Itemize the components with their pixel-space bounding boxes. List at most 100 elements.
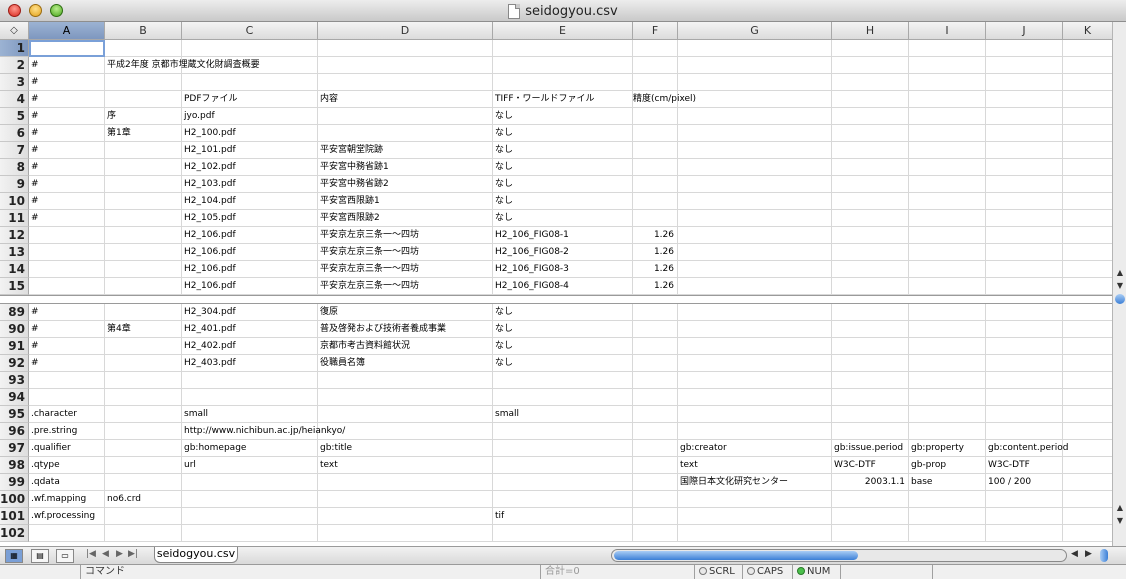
row-header-95[interactable]: 95	[0, 406, 29, 423]
row-header-99[interactable]: 99	[0, 474, 29, 491]
cell-c2[interactable]	[182, 57, 318, 74]
cell-e96[interactable]	[493, 423, 633, 440]
cell-i4[interactable]	[909, 91, 986, 108]
cell-f89[interactable]	[633, 304, 678, 321]
cell-j100[interactable]	[986, 491, 1063, 508]
cell-e1[interactable]	[493, 40, 633, 57]
cell-d6[interactable]	[318, 125, 493, 142]
cell-k96[interactable]	[1063, 423, 1112, 440]
cell-d98[interactable]: text	[318, 457, 493, 474]
cell-g90[interactable]	[678, 321, 832, 338]
cell-g100[interactable]	[678, 491, 832, 508]
cell-f8[interactable]	[633, 159, 678, 176]
cell-c94[interactable]	[182, 389, 318, 406]
row-header-7[interactable]: 7	[0, 142, 29, 159]
row-header-6[interactable]: 6	[0, 125, 29, 142]
cell-h7[interactable]	[832, 142, 909, 159]
cell-e92[interactable]: なし	[493, 355, 633, 372]
cell-h12[interactable]	[832, 227, 909, 244]
cell-i95[interactable]	[909, 406, 986, 423]
cell-d99[interactable]	[318, 474, 493, 491]
cell-a91[interactable]: #	[29, 338, 105, 355]
cell-k8[interactable]	[1063, 159, 1112, 176]
cell-f94[interactable]	[633, 389, 678, 406]
scroll-down-arrow-icon[interactable]: ▼	[1114, 515, 1126, 527]
cell-c100[interactable]	[182, 491, 318, 508]
cell-f14[interactable]: 1.26	[633, 261, 678, 278]
last-sheet-arrow-icon[interactable]: ▶|	[128, 549, 138, 559]
cell-k4[interactable]	[1063, 91, 1112, 108]
cell-h93[interactable]	[832, 372, 909, 389]
cell-h3[interactable]	[832, 74, 909, 91]
cell-d3[interactable]	[318, 74, 493, 91]
cell-f7[interactable]	[633, 142, 678, 159]
cell-h89[interactable]	[832, 304, 909, 321]
cell-h4[interactable]	[832, 91, 909, 108]
cell-g91[interactable]	[678, 338, 832, 355]
cell-h5[interactable]	[832, 108, 909, 125]
cell-i100[interactable]	[909, 491, 986, 508]
cell-i6[interactable]	[909, 125, 986, 142]
cell-h2[interactable]	[832, 57, 909, 74]
cell-k101[interactable]	[1063, 508, 1112, 525]
cell-c90[interactable]: H2_401.pdf	[182, 321, 318, 338]
cell-e95[interactable]: small	[493, 406, 633, 423]
cell-b95[interactable]	[105, 406, 182, 423]
cell-c1[interactable]	[182, 40, 318, 57]
cell-k90[interactable]	[1063, 321, 1112, 338]
cell-a4[interactable]: #	[29, 91, 105, 108]
cell-d11[interactable]: 平安宮西限跡2	[318, 210, 493, 227]
cell-f99[interactable]	[633, 474, 678, 491]
cell-a98[interactable]: .qtype	[29, 457, 105, 474]
cell-g14[interactable]	[678, 261, 832, 278]
cell-e13[interactable]: H2_106_FIG08-2	[493, 244, 633, 261]
cell-h102[interactable]	[832, 525, 909, 542]
cell-k1[interactable]	[1063, 40, 1112, 57]
cell-e91[interactable]: なし	[493, 338, 633, 355]
page-layout-view-icon[interactable]: ▤	[31, 549, 49, 563]
cell-j9[interactable]	[986, 176, 1063, 193]
scroll-right-arrow-icon[interactable]: ▶	[1085, 549, 1092, 559]
cell-g97[interactable]: gb:creator	[678, 440, 832, 457]
cell-c12[interactable]: H2_106.pdf	[182, 227, 318, 244]
cell-i7[interactable]	[909, 142, 986, 159]
cell-c89[interactable]: H2_304.pdf	[182, 304, 318, 321]
page-break-view-icon[interactable]: ▭	[56, 549, 74, 563]
cell-k3[interactable]	[1063, 74, 1112, 91]
cell-c98[interactable]: url	[182, 457, 318, 474]
cell-i102[interactable]	[909, 525, 986, 542]
cell-d101[interactable]	[318, 508, 493, 525]
cell-e6[interactable]: なし	[493, 125, 633, 142]
cell-g93[interactable]	[678, 372, 832, 389]
cell-c8[interactable]: H2_102.pdf	[182, 159, 318, 176]
cell-a7[interactable]: #	[29, 142, 105, 159]
row-header-11[interactable]: 11	[0, 210, 29, 227]
cell-h90[interactable]	[832, 321, 909, 338]
cell-j15[interactable]	[986, 278, 1063, 295]
cell-g1[interactable]	[678, 40, 832, 57]
row-header-91[interactable]: 91	[0, 338, 29, 355]
cell-a13[interactable]	[29, 244, 105, 261]
row-header-4[interactable]: 4	[0, 91, 29, 108]
cell-b11[interactable]	[105, 210, 182, 227]
cell-i89[interactable]	[909, 304, 986, 321]
row-header-1[interactable]: 1	[0, 40, 29, 57]
cell-b9[interactable]	[105, 176, 182, 193]
cell-j12[interactable]	[986, 227, 1063, 244]
cell-e12[interactable]: H2_106_FIG08-1	[493, 227, 633, 244]
cell-h100[interactable]	[832, 491, 909, 508]
cell-i15[interactable]	[909, 278, 986, 295]
cell-g4[interactable]	[678, 91, 832, 108]
cell-e89[interactable]: なし	[493, 304, 633, 321]
cell-d13[interactable]: 平安京左京三条一〜四坊	[318, 244, 493, 261]
cell-k12[interactable]	[1063, 227, 1112, 244]
cell-f91[interactable]	[633, 338, 678, 355]
cell-c10[interactable]: H2_104.pdf	[182, 193, 318, 210]
cell-f93[interactable]	[633, 372, 678, 389]
normal-view-icon[interactable]: ▦	[5, 549, 23, 563]
cell-b100[interactable]: no6.crd	[105, 491, 182, 508]
row-header-15[interactable]: 15	[0, 278, 29, 295]
cell-k5[interactable]	[1063, 108, 1112, 125]
cell-f15[interactable]: 1.26	[633, 278, 678, 295]
row-header-13[interactable]: 13	[0, 244, 29, 261]
